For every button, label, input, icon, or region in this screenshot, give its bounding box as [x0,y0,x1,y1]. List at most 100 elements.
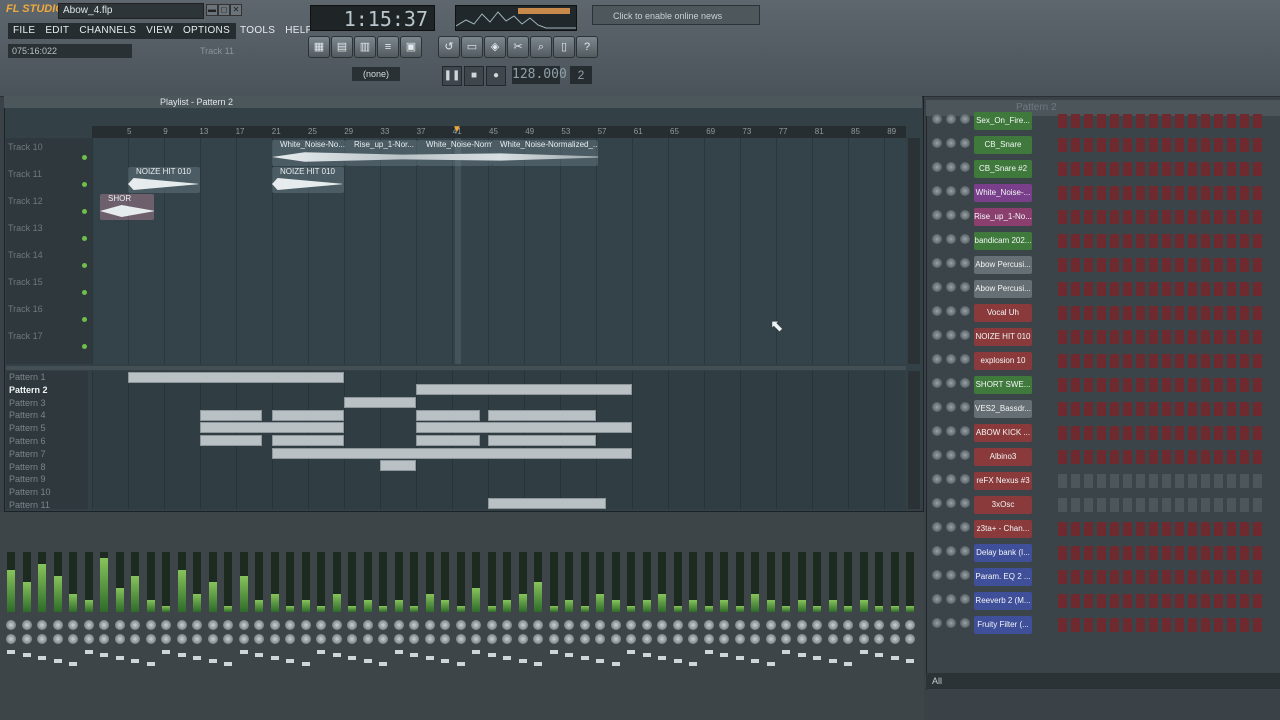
channel-pan-knob-icon[interactable] [946,234,956,244]
stereo-knob-icon[interactable] [734,634,745,644]
step-sequencer-grid[interactable] [1058,426,1264,440]
volume-fader[interactable] [859,650,868,654]
pan-knob-icon[interactable] [672,620,683,630]
channel-mute-icon[interactable] [932,594,942,604]
audio-clip[interactable]: White_Noise-Normalized_... [492,140,598,166]
channel-name-button[interactable]: Sex_On_Fire... [974,112,1032,130]
pan-knob-icon[interactable] [83,620,94,630]
channel-mute-icon[interactable] [932,210,942,220]
volume-fader[interactable] [239,650,248,654]
song-position-clock[interactable]: 1:15:37 [310,5,435,31]
mixer-insert-strip[interactable] [423,516,437,716]
step-sequencer-grid[interactable] [1058,162,1264,176]
track-enable-icon[interactable] [82,236,87,241]
playlist-splitter[interactable] [6,366,906,370]
pan-knob-icon[interactable] [52,620,63,630]
pan-knob-icon[interactable] [517,620,528,630]
channel-pan-knob-icon[interactable] [946,306,956,316]
cut-icon[interactable]: ✂ [507,36,529,58]
stereo-knob-icon[interactable] [37,634,47,644]
pan-knob-icon[interactable] [843,620,853,630]
step-sequencer-grid[interactable] [1058,546,1264,560]
channel-row[interactable]: NOIZE HIT 010 [926,326,1280,348]
volume-fader[interactable] [363,659,372,663]
menu-file[interactable]: FILE [8,23,40,39]
stereo-knob-icon[interactable] [145,634,156,644]
mixer-insert-strip[interactable] [857,516,871,716]
track-label[interactable]: Track 16 [8,304,43,314]
channel-pan-knob-icon[interactable] [946,210,956,220]
mixer-insert-strip[interactable] [438,516,452,716]
track-enable-icon[interactable] [82,209,87,214]
mixer-insert-strip[interactable] [578,516,592,716]
mixer-insert-strip[interactable] [113,516,127,716]
channel-row[interactable]: Abow Percusi... [926,278,1280,300]
track-enable-icon[interactable] [82,263,87,268]
track-enable-icon[interactable] [82,317,87,322]
volume-fader[interactable] [301,662,310,666]
volume-fader[interactable] [379,662,387,666]
channel-volume-knob-icon[interactable] [960,234,970,244]
volume-fader[interactable] [487,653,496,657]
mixer-insert-strip[interactable] [345,516,359,716]
mixer-insert-strip[interactable] [376,516,390,716]
volume-fader[interactable] [549,650,558,654]
channel-mute-icon[interactable] [932,234,942,244]
step-sequencer-grid[interactable] [1058,498,1264,512]
channel-row[interactable]: CB_Snare #2 [926,158,1280,180]
mixer-insert-strip[interactable] [903,516,917,716]
mixer-insert-strip[interactable] [252,516,266,716]
channel-name-button[interactable]: z3ta+ - Chan... [974,520,1032,538]
mixer-insert-strip[interactable] [841,516,855,716]
channel-name-button[interactable]: CB_Snare [974,136,1032,154]
channel-row[interactable]: Fruity Filter (... [926,614,1280,636]
mixer-icon[interactable]: ≡ [377,36,399,58]
stereo-knob-icon[interactable] [905,634,915,644]
stereo-knob-icon[interactable] [424,634,435,644]
mixer-insert-strip[interactable] [237,516,251,716]
volume-fader[interactable] [348,656,356,660]
mixer-insert-strip[interactable] [221,516,235,716]
channel-name-button[interactable]: NOIZE HIT 010 [974,328,1032,346]
pan-knob-icon[interactable] [347,620,357,630]
stereo-knob-icon[interactable] [858,634,869,644]
channel-name-button[interactable]: Abow Percusi... [974,256,1032,274]
mixer-insert-strip[interactable] [392,516,406,716]
channel-pan-knob-icon[interactable] [946,330,956,340]
stereo-knob-icon[interactable] [331,634,342,644]
stereo-knob-icon[interactable] [486,634,497,644]
mixer-insert-strip[interactable] [454,516,468,716]
channel-row[interactable]: 3xOsc [926,494,1280,516]
track-enable-icon[interactable] [82,182,87,187]
pan-knob-icon[interactable] [858,620,869,630]
stereo-knob-icon[interactable] [874,634,884,644]
pattern-block[interactable] [488,410,596,421]
pan-knob-icon[interactable] [719,620,729,630]
volume-fader[interactable] [286,659,294,663]
track-label[interactable]: Track 13 [8,223,43,233]
stereo-knob-icon[interactable] [254,634,264,644]
mixer-insert-strip[interactable] [361,516,375,716]
pan-knob-icon[interactable] [362,620,373,630]
channel-name-button[interactable]: White_Noise-... [974,184,1032,202]
step-sequencer-grid[interactable] [1058,282,1264,296]
stereo-knob-icon[interactable] [6,634,16,644]
mixer-insert-strip[interactable] [35,516,49,716]
mixer-insert-strip[interactable] [175,516,189,716]
stereo-knob-icon[interactable] [238,634,249,644]
mixer-insert-strip[interactable] [283,516,297,716]
online-news-panel[interactable]: Click to enable online news [592,5,760,25]
channel-mute-icon[interactable] [932,378,942,388]
track-label[interactable]: Track 12 [8,196,43,206]
stereo-knob-icon[interactable] [502,634,512,644]
mixer-insert-strip[interactable] [562,516,576,716]
playlist-arrangement-grid[interactable] [92,138,906,364]
channel-mute-icon[interactable] [932,570,942,580]
mixer-insert-strip[interactable] [144,516,158,716]
channel-name-button[interactable]: Reeverb 2 (M... [974,592,1032,610]
channel-name-button[interactable]: Fruity Filter (... [974,616,1032,634]
stereo-knob-icon[interactable] [595,634,605,644]
channel-row[interactable]: bandicam 202... [926,230,1280,252]
channel-pan-knob-icon[interactable] [946,426,956,436]
mixer-insert-strip[interactable] [206,516,220,716]
